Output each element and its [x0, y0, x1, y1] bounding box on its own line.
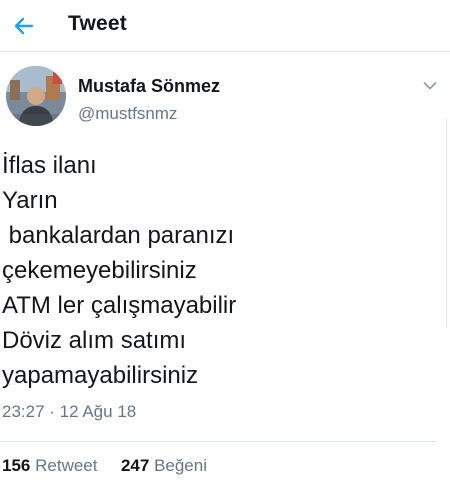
- tweet-line: İflas ilanı: [2, 152, 97, 179]
- retweet-count: 156: [2, 456, 31, 475]
- arrow-left-icon: [14, 17, 34, 35]
- top-bar: Tweet: [0, 0, 450, 52]
- likes-link[interactable]: 247 Beğeni: [121, 456, 207, 475]
- tweet-line: ATM ler çalışmayabilir: [2, 292, 237, 319]
- tweet-line: yapamayabilirsiniz: [2, 362, 199, 389]
- like-label: Beğeni: [154, 456, 207, 475]
- chevron-down-icon: [423, 82, 437, 90]
- avatar-photo: [6, 66, 66, 126]
- back-button[interactable]: [4, 6, 44, 46]
- tweet-line: Döviz alım satımı: [2, 327, 187, 354]
- tweet-stats: 156 Retweet 247 Beğeni: [2, 456, 207, 476]
- author-name[interactable]: Mustafa Sönmez: [78, 76, 220, 97]
- tweet-line: Yarın: [2, 187, 58, 214]
- tweet-text: İflas ilanı Yarın bankalardan paranızı ç…: [2, 148, 442, 393]
- more-options-button[interactable]: [420, 76, 440, 96]
- tweet-timestamp: 23:27 · 12 Ağu 18: [2, 402, 137, 421]
- tweet-line: çekemeyebilirsiniz: [2, 257, 197, 284]
- author-handle[interactable]: @mustfsnmz: [78, 104, 177, 124]
- avatar[interactable]: [6, 66, 66, 126]
- tweet-line: bankalardan paranızı: [2, 222, 235, 249]
- page-title: Tweet: [68, 12, 127, 35]
- retweets-link[interactable]: 156 Retweet: [2, 456, 102, 475]
- divider: [0, 441, 436, 442]
- like-count: 247: [120, 456, 150, 475]
- scrollbar[interactable]: [446, 118, 447, 328]
- retweet-label: Retweet: [35, 456, 98, 475]
